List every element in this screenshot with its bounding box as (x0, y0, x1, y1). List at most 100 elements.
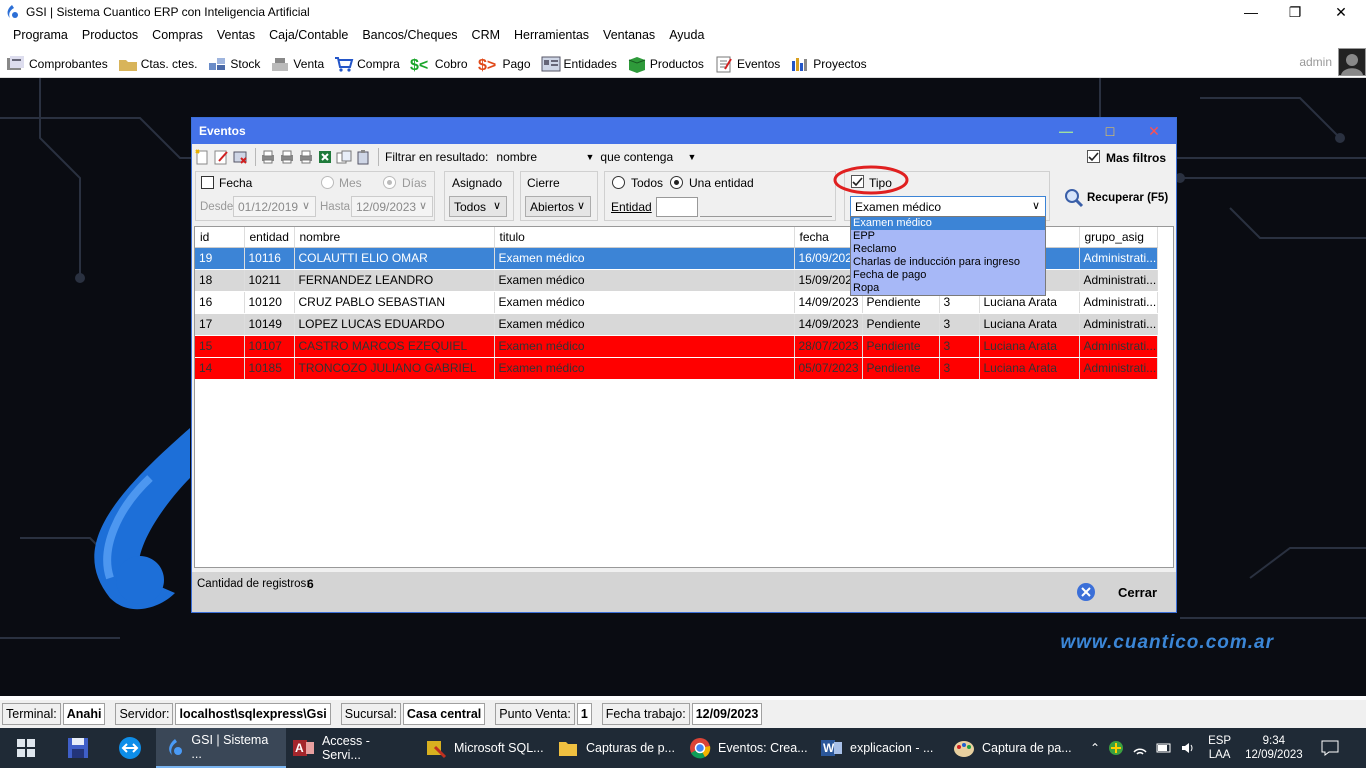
menu-ayuda[interactable]: Ayuda (662, 24, 711, 46)
chrome-icon (690, 738, 711, 759)
start-button[interactable] (0, 728, 52, 768)
table-row[interactable]: 14 10185 TRONCOZO JULIANO GABRIEL Examen… (195, 357, 1158, 380)
asignado-select[interactable]: Todos ∨ (449, 196, 507, 217)
tipo-select[interactable]: Examen médico ∨ (850, 196, 1046, 217)
taskbar-teamviewer[interactable] (104, 728, 156, 768)
battery-icon[interactable] (1156, 740, 1172, 756)
todos-radio[interactable] (612, 176, 625, 189)
mas-filtros-checkbox[interactable] (1087, 150, 1100, 163)
taskbar-chrome[interactable]: Eventos: Crea... (682, 728, 814, 768)
cell-entidad: 10120 (244, 291, 295, 314)
minimize-button[interactable]: — (1228, 0, 1274, 24)
entidades-button[interactable]: Entidades (541, 55, 617, 73)
user-box[interactable]: admin (1299, 46, 1366, 78)
menu-crm[interactable]: CRM (465, 24, 507, 46)
user-name: admin (1299, 55, 1332, 69)
taskbar-label: explicacion - ... (850, 741, 934, 755)
maximize-button[interactable]: ❐ (1272, 0, 1318, 24)
copy-icon[interactable] (336, 149, 352, 165)
print-icon[interactable] (260, 149, 276, 165)
eventos-maximize-button[interactable]: □ (1090, 118, 1130, 144)
cell-entidad: 10185 (244, 357, 295, 380)
tray-chevron-up-icon[interactable]: ⌃ (1090, 741, 1100, 755)
cerrar-button[interactable]: Cerrar (1076, 582, 1157, 602)
stock-button[interactable]: Stock (207, 55, 260, 73)
cierre-select[interactable]: Abiertos ∨ (525, 196, 591, 217)
entidad-link[interactable]: Entidad (611, 200, 652, 214)
clipboard-icon[interactable] (355, 149, 371, 165)
tipo-option[interactable]: Ropa (851, 282, 1045, 295)
col-header-nombre[interactable]: nombre (294, 227, 495, 248)
comprobantes-button[interactable]: Comprobantes (6, 55, 108, 73)
ctas-ctes-button[interactable]: Ctas. ctes. (118, 55, 197, 73)
tipo-option[interactable]: Fecha de pago (851, 269, 1045, 282)
tipo-option[interactable]: EPP (851, 230, 1045, 243)
language-indicator[interactable]: ESP LAA (1208, 734, 1231, 762)
entidad-code-input[interactable] (656, 197, 698, 217)
una-entidad-radio[interactable] (670, 176, 683, 189)
menu-productos[interactable]: Productos (75, 24, 145, 46)
compra-button[interactable]: Compra (334, 55, 400, 73)
delete-icon[interactable] (232, 149, 248, 165)
excel-icon[interactable] (317, 149, 333, 165)
proyectos-button[interactable]: Proyectos (790, 55, 867, 73)
col-header-titulo[interactable]: titulo (494, 227, 795, 248)
punto-venta-label: Punto Venta: (495, 703, 575, 725)
eventos-minimize-button[interactable]: — (1046, 118, 1086, 144)
eventos-button[interactable]: Eventos (714, 55, 780, 73)
productos-button[interactable]: Productos (627, 55, 704, 73)
menu-ventas[interactable]: Ventas (210, 24, 262, 46)
close-button[interactable]: ✕ (1318, 0, 1364, 24)
col-header-grupo[interactable]: grupo_asig (1079, 227, 1158, 248)
fecha-checkbox[interactable] (201, 176, 214, 189)
tipo-option[interactable]: Reclamo (851, 243, 1045, 256)
app-logo-icon (7, 5, 18, 18)
clock[interactable]: 9:34 12/09/2023 (1245, 734, 1303, 762)
menu-compras[interactable]: Compras (145, 24, 210, 46)
menu-herramientas[interactable]: Herramientas (507, 24, 596, 46)
gsi-app-icon (168, 739, 182, 755)
tray-green-icon[interactable] (1108, 740, 1124, 756)
menu-bancos-cheques[interactable]: Bancos/Cheques (355, 24, 464, 46)
eventos-close-button[interactable]: ✕ (1134, 118, 1174, 144)
taskbar-gsi[interactable]: GSI | Sistema ... (156, 728, 286, 768)
col-header-id[interactable]: id (195, 227, 245, 248)
print-preview-icon[interactable] (279, 149, 295, 165)
venta-button[interactable]: Venta (270, 55, 324, 73)
menu-programa[interactable]: Programa (6, 24, 75, 46)
dias-label: Días (402, 176, 427, 190)
tipo-option[interactable]: Examen médico (851, 217, 1045, 230)
dias-radio[interactable] (383, 176, 396, 189)
cell-fecha: 14/09/2023 (794, 313, 863, 336)
filter-op-select[interactable]: que contenga ▼ (600, 150, 696, 164)
taskbar-save-app[interactable] (52, 728, 104, 768)
cobro-button[interactable]: $< Cobro (410, 55, 468, 73)
taskbar-access[interactable]: A Access - Servi... (286, 728, 418, 768)
taskbar-word[interactable]: W explicacion - ... (814, 728, 946, 768)
menu-caja-contable[interactable]: Caja/Contable (262, 24, 355, 46)
cell-n: 3 (939, 335, 980, 358)
edit-icon[interactable] (213, 149, 229, 165)
filter-field-select[interactable]: nombre ▼ (496, 150, 594, 164)
col-header-entidad[interactable]: entidad (244, 227, 295, 248)
taskbar-explorer[interactable]: Capturas de p... (550, 728, 682, 768)
pago-button[interactable]: $> Pago (478, 55, 531, 73)
tipo-option[interactable]: Charlas de inducción para ingreso (851, 256, 1045, 269)
new-icon[interactable] (194, 149, 210, 165)
notifications-icon[interactable] (1321, 740, 1339, 756)
menu-ventanas[interactable]: Ventanas (596, 24, 662, 46)
hasta-date-picker[interactable]: 12/09/2023 ∨ (351, 196, 433, 217)
speaker-icon[interactable] (1180, 740, 1196, 756)
recuperar-label: Recuperar (F5) (1087, 192, 1169, 204)
mes-radio[interactable] (321, 176, 334, 189)
chevron-down-icon: ∨ (492, 200, 501, 212)
network-icon[interactable] (1132, 740, 1148, 756)
desde-date-picker[interactable]: 01/12/2019 ∨ (233, 196, 316, 217)
print-list-icon[interactable] (298, 149, 314, 165)
table-row[interactable]: 15 10107 CASTRO MARCOS EZEQUIEL Examen m… (195, 335, 1158, 358)
taskbar-paint[interactable]: Captura de pa... (946, 728, 1078, 768)
recuperar-button[interactable]: Recuperar (F5) (1064, 188, 1168, 208)
taskbar-sql[interactable]: Microsoft SQL... (418, 728, 550, 768)
cerrar-label: Cerrar (1118, 584, 1158, 600)
table-row[interactable]: 17 10149 LOPEZ LUCAS EDUARDO Examen médi… (195, 313, 1158, 336)
